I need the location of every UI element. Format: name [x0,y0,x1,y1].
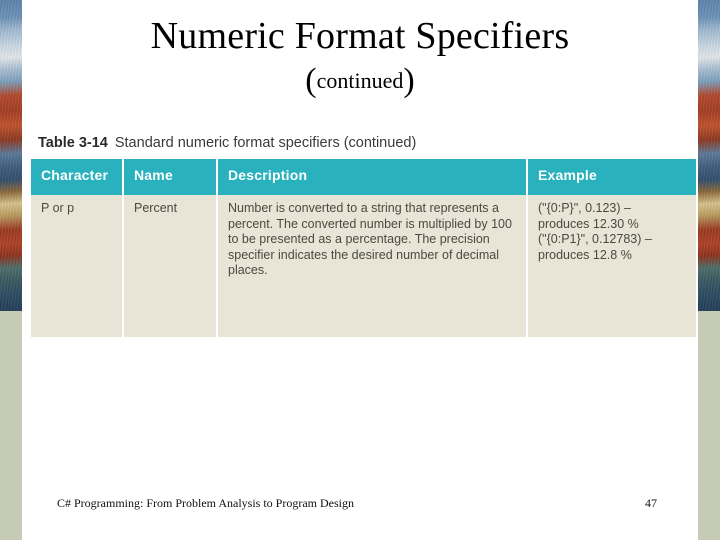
footer-page-number: 47 [645,496,657,510]
cell-name: Percent [123,195,218,339]
example-line: produces 12.30 % [538,216,639,231]
rooftops-photo-image [698,0,720,311]
sage-color-band [0,311,22,540]
title-block: Numeric Format Specifiers (continued) [40,14,680,99]
numeric-format-specifiers-table: Character Name Description Example P or … [31,159,696,339]
rooftops-photo-image [0,0,22,311]
sage-color-band [698,311,720,540]
example-line: ("{0:P}", 0.123) – [538,201,631,215]
subtitle-open-paren: ( [305,62,317,99]
table-header: Character Name Description Example [31,159,696,195]
cell-example: ("{0:P}", 0.123) – produces 12.30 % ("{0… [527,195,696,339]
table-caption: Table 3-14 Standard numeric format specif… [38,135,416,151]
table-body: P or p Percent Number is converted to a … [31,195,696,339]
column-header-description: Description [217,159,528,195]
subtitle-close-paren: ) [403,62,415,99]
column-header-name: Name [123,159,218,195]
slide-subtitle: (continued) [40,64,680,99]
cell-description: Number is converted to a string that rep… [217,195,528,339]
subtitle-word: continued [316,68,404,93]
right-decorative-strip [698,0,720,540]
table-caption-label: Table 3-14 [38,135,108,151]
table-caption-text: Standard numeric format specifiers (cont… [114,135,417,151]
footer-book-title: C# Programming: From Problem Analysis to… [57,496,354,510]
example-line: produces 12.8 % [538,247,632,262]
table-row: P or p Percent Number is converted to a … [31,195,696,339]
column-header-character: Character [31,159,124,195]
slide-canvas: Numeric Format Specifiers (continued) Ta… [0,0,720,540]
slide-title: Numeric Format Specifiers [150,15,570,57]
table-header-row: Character Name Description Example [31,159,696,195]
left-decorative-strip [0,0,22,540]
cell-character: P or p [31,195,124,339]
example-line: ("{0:P1}", 0.12783) – [538,232,652,247]
column-header-example: Example [527,159,696,195]
